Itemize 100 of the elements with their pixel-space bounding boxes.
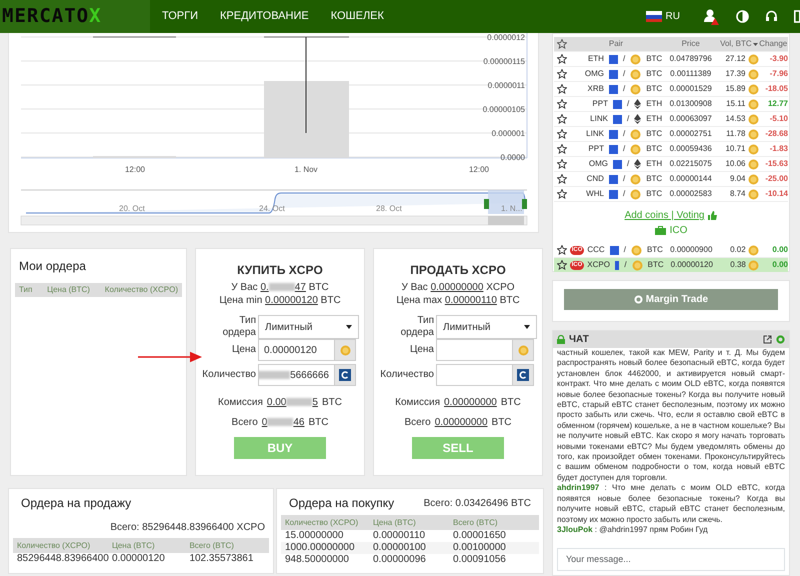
flag-icon[interactable] <box>646 11 662 22</box>
info-label: Комиссия <box>218 396 263 409</box>
market-row[interactable]: XRB / BTC 0.00001529 15.89 -18.05 <box>554 82 788 97</box>
navigator-range[interactable] <box>488 190 524 214</box>
price-cell-text: 0.00111389 <box>669 68 712 80</box>
pointer-arrow <box>138 351 202 363</box>
column-header: Всего (BTC) <box>189 540 235 552</box>
coin-icon <box>748 144 759 154</box>
change-cell-text: -7.96 <box>768 68 788 80</box>
price-cell-text: 0.02215075 <box>668 158 713 170</box>
star-icon[interactable] <box>557 68 567 79</box>
range-handle[interactable] <box>484 199 489 209</box>
column-header[interactable]: Pair <box>608 38 624 50</box>
unit-label: BTC <box>492 416 512 429</box>
order-type-select[interactable]: Лимитный <box>258 315 359 339</box>
amount-link[interactable]: 0.00000110 <box>444 295 497 306</box>
star-icon[interactable] <box>557 84 567 94</box>
navigator-label: 28. Oct <box>376 204 402 213</box>
price-cell-text: 0.00002751 <box>668 128 713 140</box>
scrollbar[interactable] <box>20 216 528 226</box>
market-row[interactable]: WHL / BTC 0.00002583 8.74 -10.14 <box>554 187 788 202</box>
star-icon[interactable] <box>557 158 567 169</box>
star-icon[interactable] <box>557 188 567 199</box>
star-icon[interactable] <box>557 174 567 184</box>
nav-link[interactable]: КОШЕЛЕК <box>330 8 384 25</box>
message-input[interactable]: Your message... <box>557 548 785 571</box>
star-icon[interactable] <box>557 54 567 64</box>
amount-link[interactable]: 0.00 5 <box>266 397 318 408</box>
market-row[interactable]: PPT / ETH 0.01300908 15.11 12.77 <box>554 97 788 112</box>
table-cell-text: 102.35573861 <box>189 553 254 565</box>
external-link-icon[interactable] <box>763 335 772 344</box>
column-header: Количество (XCPO) <box>17 540 92 552</box>
amount-link[interactable]: 0.00000000 <box>430 282 484 293</box>
star-icon[interactable] <box>557 98 567 109</box>
contrast-icon[interactable] <box>736 10 749 23</box>
coin-symbol: ETH <box>646 158 662 170</box>
input-field[interactable]: 5666666 <box>258 364 335 386</box>
input-field[interactable]: 0.00000120 <box>258 339 335 361</box>
market-row[interactable]: ETH / BTC 0.04789796 27.12 -3.90 <box>554 52 788 67</box>
input-field[interactable] <box>436 339 513 361</box>
column-header[interactable]: Change <box>759 38 788 50</box>
nav-link[interactable]: КРЕДИТОВАНИЕ <box>220 8 309 25</box>
unit-label: BTC <box>308 282 329 293</box>
table-cell-text: 948.50000000 <box>285 554 350 566</box>
coin-icon <box>630 128 642 140</box>
amount-link[interactable]: 0.00000120 <box>265 295 318 306</box>
coin-symbol: BTC <box>646 128 662 140</box>
x-axis-label: 1. Nov <box>294 165 318 174</box>
table-cell-text: 0.00000120 <box>112 553 166 565</box>
price-cell-text: 0.00000120 <box>670 259 714 271</box>
headset-icon[interactable] <box>765 10 778 23</box>
pair-separator: / <box>622 143 626 155</box>
volume-cell: 0.02 <box>730 244 746 256</box>
unit-label: XCPO <box>486 282 515 293</box>
star-icon[interactable] <box>557 128 567 139</box>
info-label: Всего <box>404 416 431 429</box>
price-cell-text: 0.00063097 <box>668 113 713 125</box>
column-header[interactable]: Vol, BTC <box>720 38 752 50</box>
range-handle[interactable] <box>522 199 527 209</box>
star-icon[interactable] <box>557 260 567 270</box>
change-cell-text: -3.90 <box>768 53 788 65</box>
market-row[interactable]: CND / BTC 0.00000144 9.04 -25.00 <box>554 172 788 187</box>
coin-symbol: ETH <box>588 53 604 65</box>
unit-label: BTC <box>500 295 520 306</box>
coin-symbol: BTC <box>646 188 662 200</box>
table-cell-text: 0.00091056 <box>453 554 507 566</box>
token-icon <box>517 369 529 381</box>
amount-link[interactable]: 0.00000000 <box>434 417 488 428</box>
coin-symbol: LINK <box>586 128 604 140</box>
sort-caret-icon[interactable] <box>752 42 758 46</box>
price-cell-text: 0.01300908 <box>668 98 713 110</box>
market-row[interactable]: OMG / ETH 0.02215075 10.06 -15.63 <box>554 157 788 172</box>
column-header[interactable]: Price <box>682 38 700 50</box>
y-axis-label: 0.0000012 <box>487 33 525 42</box>
column-header: Цена (BTC) <box>47 284 90 296</box>
star-icon[interactable] <box>557 114 567 124</box>
form-title: КУПИТЬ XCPO <box>236 262 324 279</box>
amount-link[interactable]: 0. 47 <box>260 282 306 293</box>
nav-link[interactable]: ТОРГИ <box>162 8 198 25</box>
market-row[interactable]: LINK / BTC 0.00002751 11.78 -28.68 <box>554 127 788 142</box>
x-axis-label: 12:00 <box>468 165 490 174</box>
change-cell-text: -25.00 <box>764 173 788 185</box>
star-icon[interactable] <box>557 38 567 49</box>
user-warning-icon[interactable] <box>704 8 720 24</box>
star-icon[interactable] <box>557 144 567 154</box>
order-type-select[interactable]: Лимитный <box>436 315 537 339</box>
price-cell-text: 0.00001529 <box>668 83 713 95</box>
star-icon[interactable] <box>557 244 567 255</box>
market-row[interactable]: OMG / BTC 0.00111389 17.39 -7.96 <box>554 67 788 82</box>
caret-icon <box>346 325 352 329</box>
amount-link[interactable]: 0.00000000 <box>444 397 497 408</box>
market-row[interactable]: LINK / ETH 0.00063097 14.53 -5.10 <box>554 112 788 127</box>
market-row[interactable]: PPT / BTC 0.00059436 10.71 -1.83 <box>554 142 788 157</box>
unit-label: BTC <box>500 396 521 409</box>
language-label[interactable]: RU <box>666 9 680 24</box>
amount-link[interactable]: 0 46 <box>262 417 304 428</box>
y-axis-label: 0.0000 <box>500 153 525 162</box>
change-cell-text: 0.00 <box>771 244 788 256</box>
pair-separator: / <box>622 128 626 140</box>
input-field[interactable] <box>436 364 513 386</box>
